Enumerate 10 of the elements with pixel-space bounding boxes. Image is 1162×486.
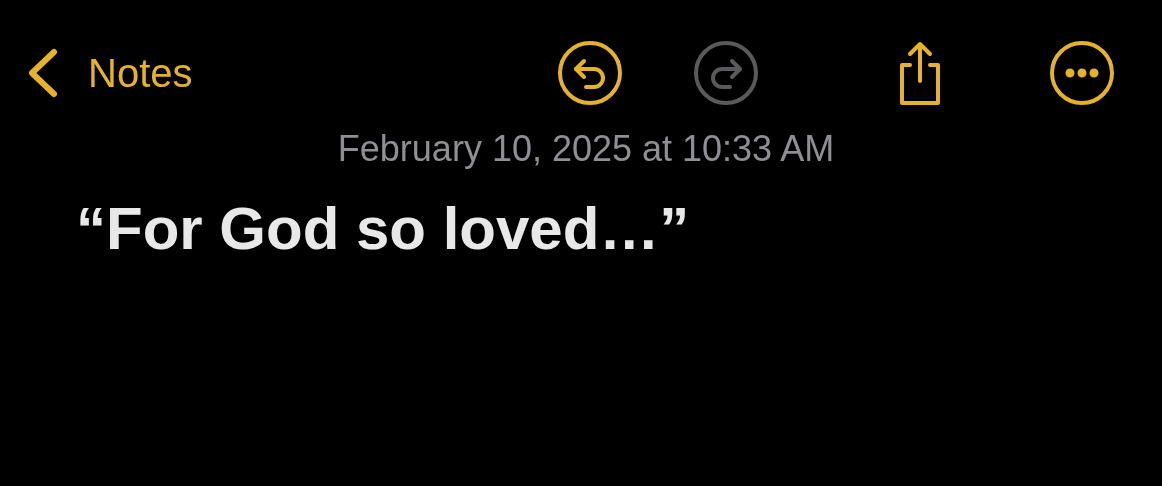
note-date: February 10, 2025 at 10:33 AM: [336, 128, 836, 170]
more-button[interactable]: [1048, 39, 1116, 107]
chevron-left-icon: [26, 48, 60, 98]
undo-button[interactable]: [556, 39, 624, 107]
more-icon: [1048, 39, 1116, 107]
note-title: “For God so loved…”: [75, 194, 691, 263]
undo-icon: [556, 39, 624, 107]
redo-icon: [692, 39, 760, 107]
back-label: Notes: [88, 50, 193, 96]
back-link[interactable]: Notes: [26, 48, 225, 98]
